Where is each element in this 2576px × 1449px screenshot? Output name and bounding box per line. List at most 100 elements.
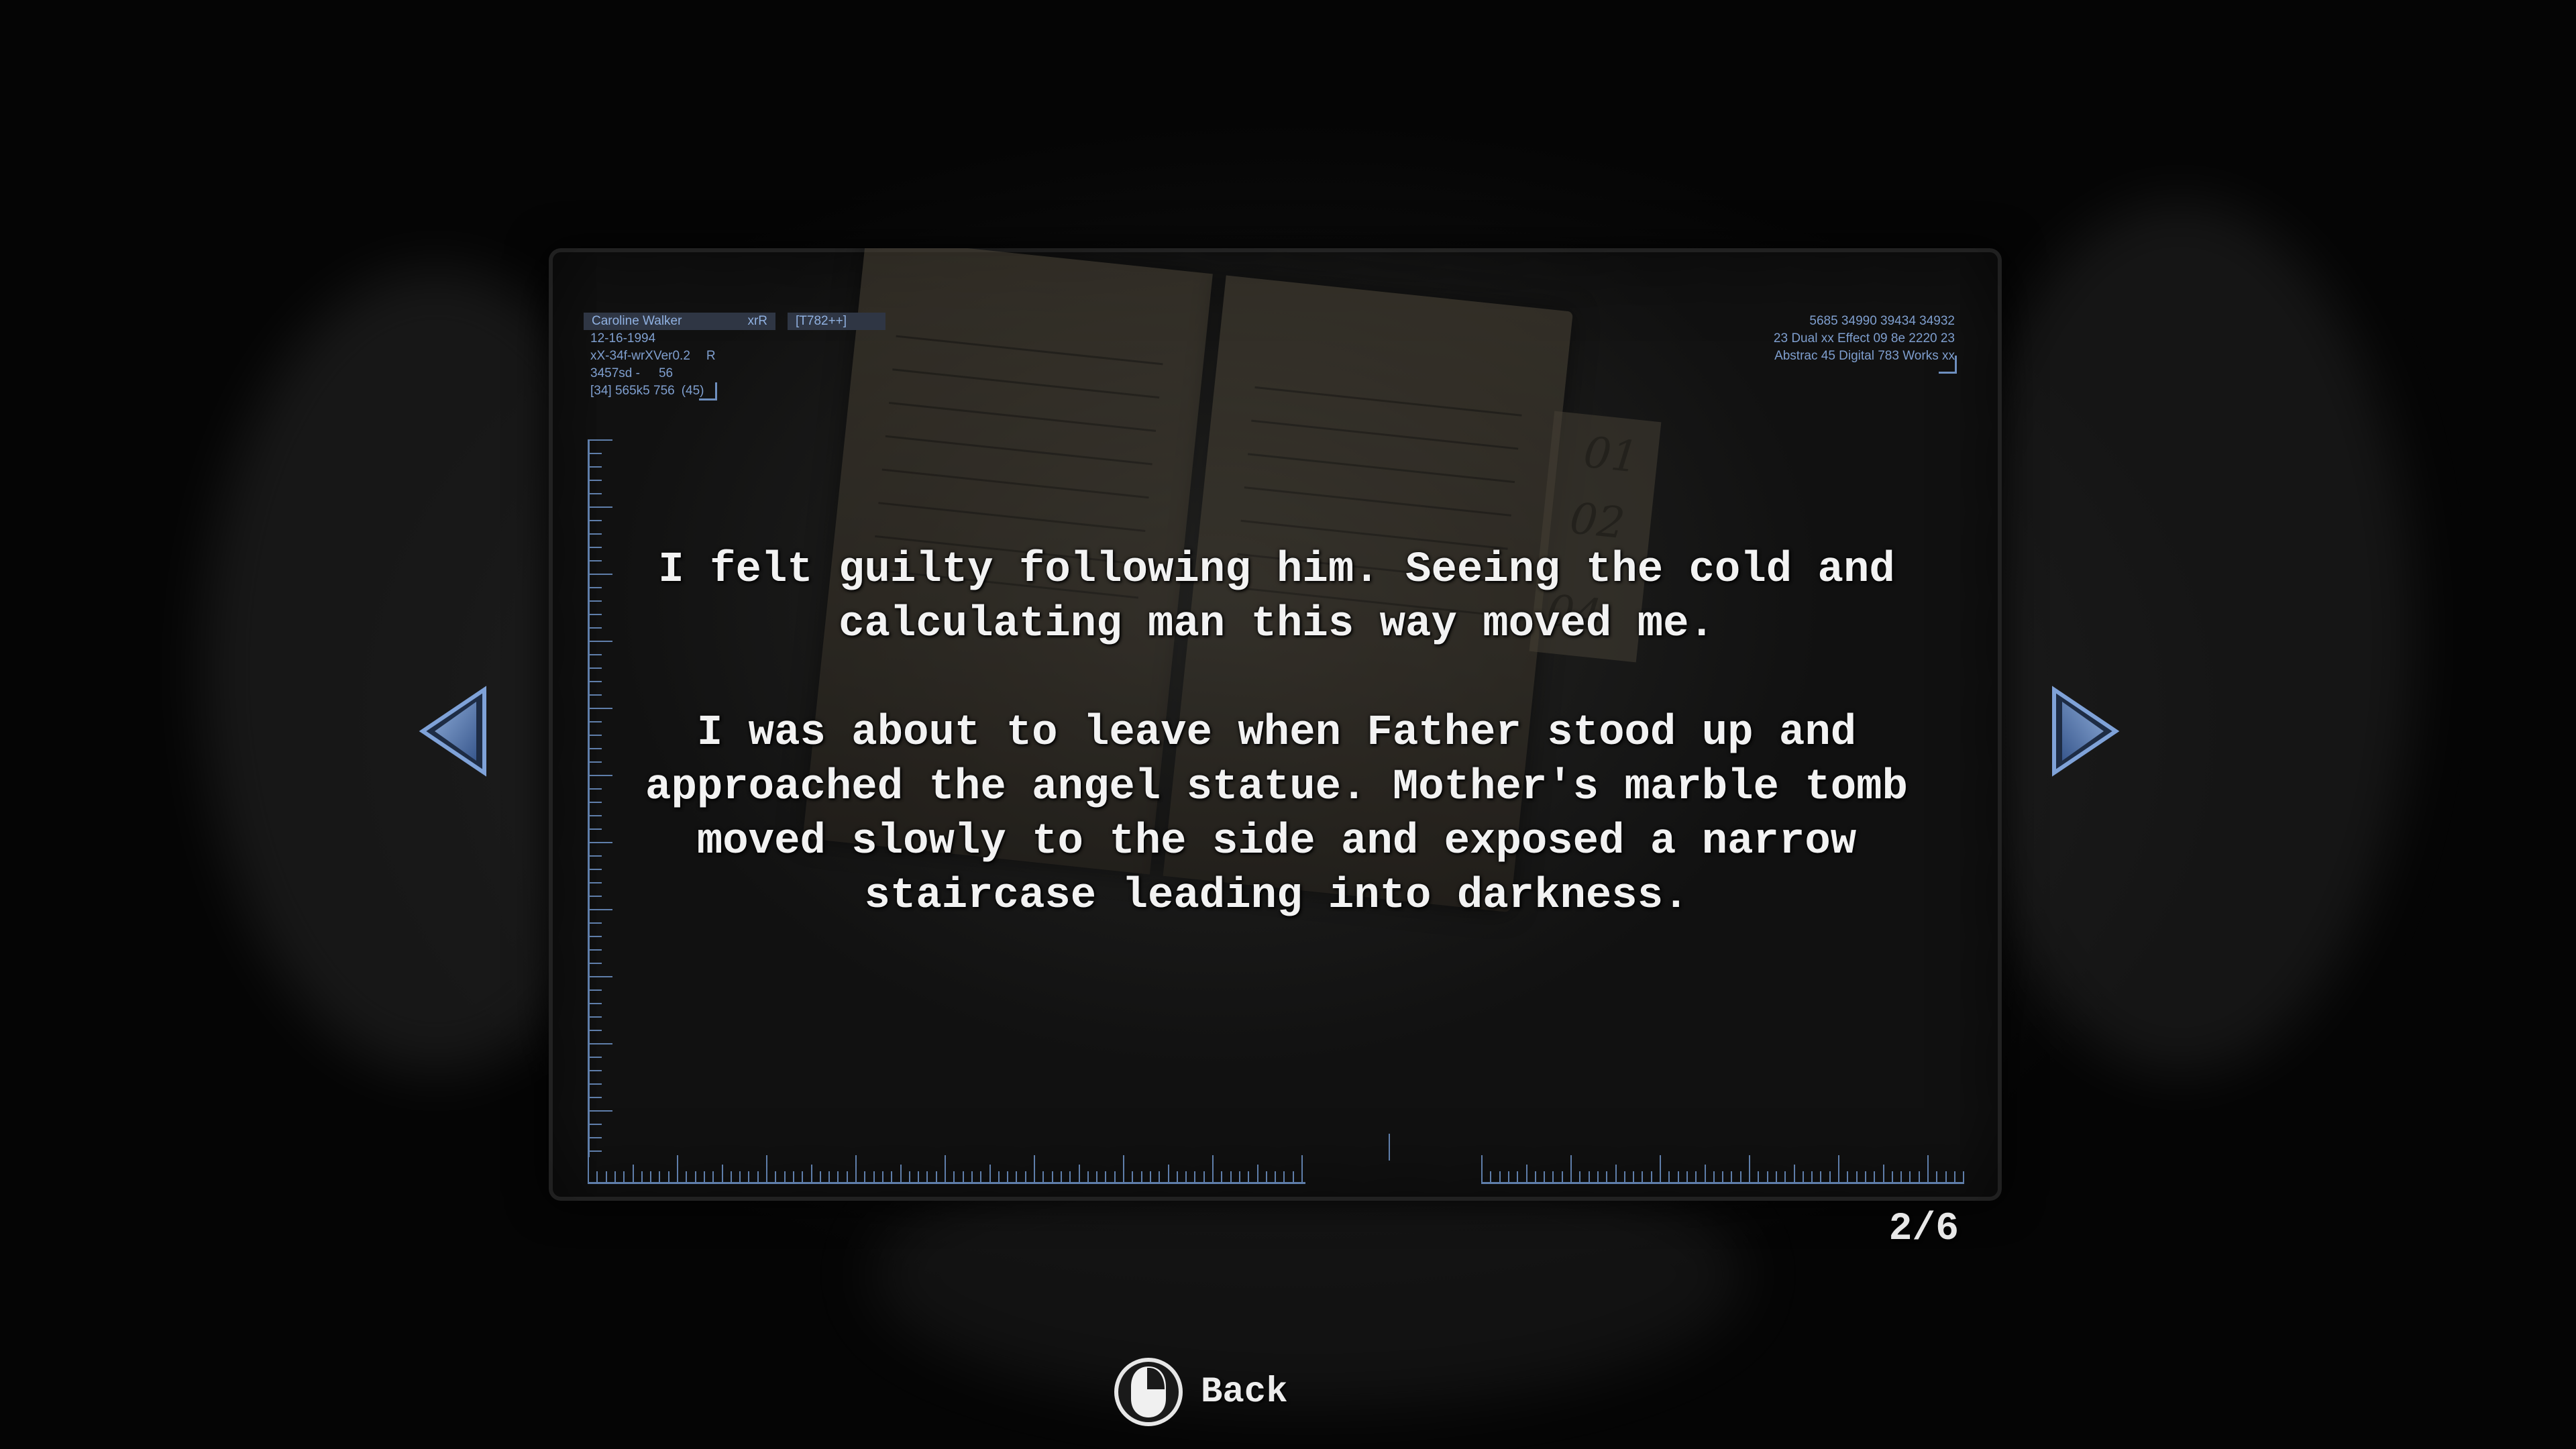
hud-name-bar: Caroline Walker xrR	[584, 313, 775, 330]
ruler-tick	[605, 1171, 607, 1182]
hud-name: Caroline Walker	[592, 314, 682, 328]
ruler-tick	[810, 1165, 812, 1182]
ruler-tick	[1650, 1171, 1652, 1182]
ruler-tick	[712, 1171, 714, 1182]
ruler-tick	[1167, 1165, 1169, 1182]
ruler-tick	[590, 708, 612, 709]
hud-coords: [34] 565k5 756	[590, 384, 675, 398]
ruler-tick	[590, 761, 602, 763]
hud-info-left: Caroline Walker xrR [T782++] 12-16-1994 xX…	[584, 313, 885, 400]
document-text: I felt guilty following him. Seeing the …	[616, 543, 1937, 978]
ruler-tick	[1034, 1155, 1035, 1182]
ruler-tick	[590, 453, 602, 454]
ruler-tick	[1704, 1165, 1706, 1182]
ruler-tick	[590, 506, 612, 508]
ruler-tick	[1856, 1171, 1858, 1182]
ruler-tick	[1534, 1171, 1536, 1182]
ruler-tick	[590, 1016, 602, 1018]
ruler-tick	[1936, 1171, 1938, 1182]
ruler-tick	[590, 600, 602, 602]
ruler-tick	[590, 694, 602, 696]
ruler-tick	[590, 989, 602, 991]
ruler-tick	[590, 1070, 602, 1071]
hud-right-line2: 23 Dual xx Effect 09 8e 2220 23	[1773, 331, 1955, 345]
ruler-tick	[1953, 1171, 1955, 1182]
ruler-tick	[1283, 1171, 1285, 1182]
ruler-tick	[1007, 1171, 1009, 1182]
ruler-tick	[1517, 1171, 1519, 1182]
ruler-tick	[590, 681, 602, 682]
ruler-tick	[590, 533, 602, 535]
ruler-tick	[1918, 1171, 1920, 1182]
hud-version-line: xX-34f-wrXVer0.2 R	[584, 347, 885, 365]
tab-number: 01	[1581, 427, 1641, 483]
background-shape	[1945, 201, 2415, 1073]
ruler-tick	[596, 1171, 598, 1182]
ruler-tick	[1749, 1155, 1750, 1182]
ruler-tick	[1016, 1171, 1018, 1182]
ruler-tick	[1499, 1171, 1501, 1182]
ruler-tick	[989, 1165, 991, 1182]
ruler-tick	[1963, 1171, 1965, 1182]
document-paragraph: I felt guilty following him. Seeing the …	[658, 546, 1895, 649]
ruler-tick	[1802, 1171, 1804, 1182]
ruler-tick	[1874, 1171, 1876, 1182]
ruler-tick	[1642, 1171, 1644, 1182]
hud-corner-bracket	[699, 382, 717, 400]
ruler-tick	[1525, 1165, 1527, 1182]
mouse-right-click-icon	[1114, 1358, 1183, 1426]
hud-name-code: xrR	[747, 314, 767, 328]
ruler-tick	[1230, 1171, 1232, 1182]
ruler-tick	[590, 909, 612, 910]
ruler-tick	[1758, 1171, 1760, 1182]
ruler-tick	[1051, 1171, 1053, 1182]
ruler-tick	[590, 828, 602, 830]
ruler-tick	[819, 1171, 821, 1182]
ruler-tick	[1695, 1171, 1697, 1182]
ruler-tick	[677, 1155, 678, 1182]
ruler-tick	[1775, 1171, 1777, 1182]
hud-id-value: 56	[658, 366, 674, 380]
ruler-tick	[1301, 1155, 1303, 1182]
ruler-tick	[590, 1043, 612, 1044]
ruler-tick	[1060, 1171, 1062, 1182]
ruler-tick	[1105, 1171, 1107, 1182]
ruler-tick	[590, 1057, 602, 1058]
ruler-tick	[641, 1171, 643, 1182]
back-button[interactable]: Back	[1114, 1355, 1288, 1429]
next-page-button[interactable]	[2047, 684, 2121, 778]
ruler-tick	[1096, 1171, 1098, 1182]
hud-id-line: 3457sd - 56	[584, 365, 885, 382]
horizontal-ruler-left	[588, 1155, 1305, 1184]
ruler-tick	[739, 1171, 741, 1182]
ruler-tick	[873, 1171, 875, 1182]
ruler-tick	[590, 493, 602, 494]
hud-coords-line: [34] 565k5 756 (45)	[584, 382, 885, 400]
hud-corner-bracket	[1939, 356, 1957, 374]
ruler-tick	[1829, 1171, 1831, 1182]
ruler-tick	[590, 976, 612, 977]
ruler-tick	[1660, 1155, 1661, 1182]
previous-page-button[interactable]	[417, 684, 491, 778]
ruler-tick	[1042, 1171, 1044, 1182]
hud-right-line1: 5685 34990 39434 34932	[1809, 314, 1955, 328]
ruler-tick	[1544, 1171, 1546, 1182]
hud-date: 12-16-1994	[590, 331, 656, 345]
ruler-tick	[891, 1171, 893, 1182]
ruler-tick	[703, 1171, 705, 1182]
hud-right-line3: Abstrac 45 Digital 783 Works xx	[1774, 349, 1955, 363]
ruler-tick	[590, 439, 612, 441]
ruler-tick	[1579, 1171, 1581, 1182]
ruler-tick	[1668, 1171, 1670, 1182]
ruler-tick	[590, 641, 612, 642]
ruler-tick	[1490, 1171, 1492, 1182]
ruler-tick	[1633, 1171, 1635, 1182]
ruler-tick	[1588, 1171, 1590, 1182]
ruler-tick	[945, 1155, 946, 1182]
hud-tag: [T782++]	[788, 313, 885, 330]
ruler-tick	[1722, 1171, 1724, 1182]
ruler-tick	[1194, 1171, 1196, 1182]
ruler-tick	[1882, 1165, 1884, 1182]
arrow-right-icon	[2052, 686, 2120, 777]
ruler-tick	[590, 721, 602, 722]
